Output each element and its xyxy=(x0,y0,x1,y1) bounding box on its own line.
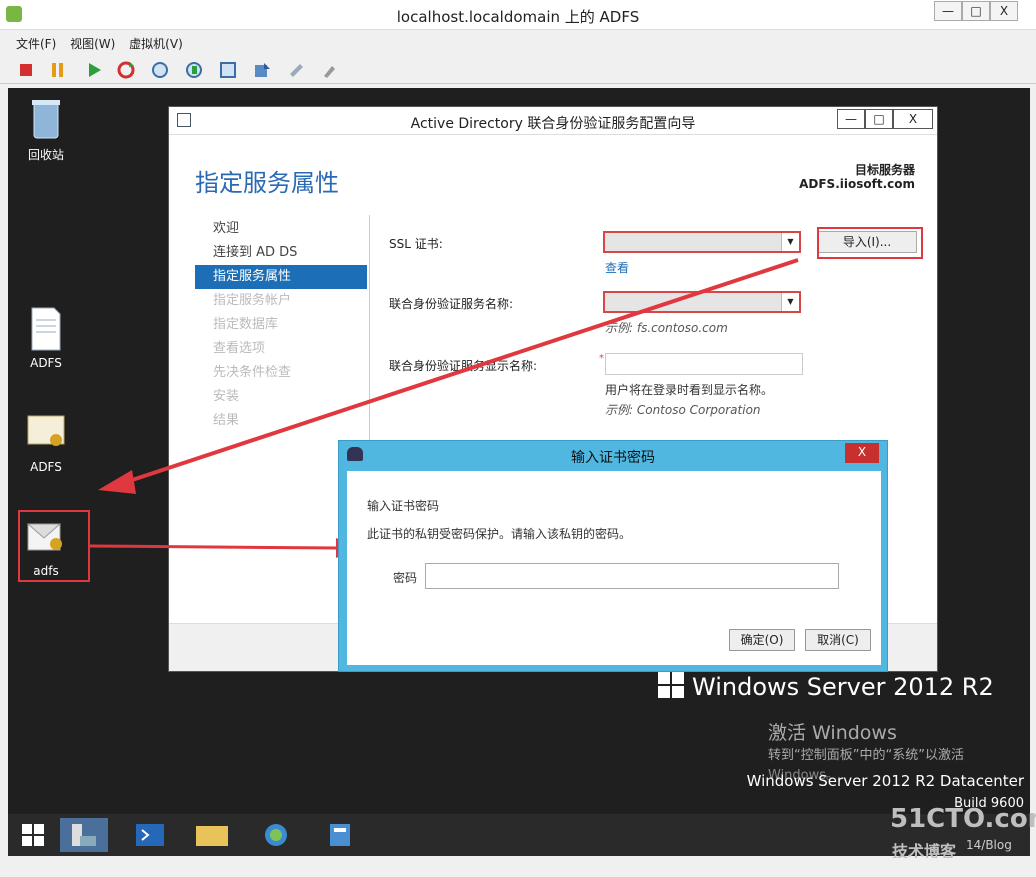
desktop-icon-adfs-cert[interactable]: ADFS xyxy=(16,410,76,474)
nav-item-review: 查看选项 xyxy=(213,341,266,356)
page-title: 指定服务属性 xyxy=(195,169,339,197)
display-name-input[interactable] xyxy=(605,353,803,375)
server-manager-icon xyxy=(72,824,96,846)
start-button[interactable] xyxy=(10,818,58,852)
nav-item-service-properties[interactable]: 指定服务属性 xyxy=(195,265,367,289)
annotation-highlight-adfs xyxy=(18,510,90,582)
tools-icon[interactable] xyxy=(286,60,306,80)
folder-icon xyxy=(196,826,228,846)
chevron-down-icon: ▼ xyxy=(781,233,799,251)
desktop-icon-label: ADFS xyxy=(30,460,62,474)
activate-windows-title: 激活 Windows xyxy=(768,722,897,744)
taskbar-clock: 14/Blog xyxy=(966,838,1012,852)
cert-password-dialog: 输入证书密码 X 输入证书密码 此证书的私钥受密码保护。请输入该私钥的密码。 密… xyxy=(338,440,888,672)
product-name: Windows Server 2012 R2 xyxy=(692,673,994,701)
activate-windows-subtext: 转到“控制面板”中的“系统”以激活 xyxy=(768,748,964,763)
vm-status-bar xyxy=(0,858,1036,877)
display-name-hint: 用户将在登录时看到显示名称。 xyxy=(605,383,774,397)
wizard-restore-button[interactable]: □ xyxy=(865,109,893,129)
reset-icon[interactable] xyxy=(116,60,136,80)
wizard-close-button[interactable]: X xyxy=(893,109,933,129)
taskbar-powershell[interactable] xyxy=(126,818,174,852)
desktop-icon-recycle-bin[interactable]: 回收站 xyxy=(16,96,76,163)
menu-view[interactable]: 视图(W) xyxy=(70,35,115,52)
windows-logo-icon xyxy=(658,672,684,698)
password-label: 密码 xyxy=(393,571,418,585)
nav-item-results: 结果 xyxy=(213,413,240,428)
guest-desktop: 回收站 ADFS ADFS adfs Active Directory 联合身份… xyxy=(8,88,1030,814)
vm-window-title: localhost.localdomain 上的 ADFS xyxy=(396,8,640,26)
wizard-nav: 欢迎 连接到 AD DS 指定服务属性 指定服务帐户 指定数据库 查看选项 先决… xyxy=(195,217,367,433)
annotation-highlight-import xyxy=(817,227,923,259)
ssl-cert-label: SSL 证书: xyxy=(389,237,443,251)
wizard-title-bar: Active Directory 联合身份验证服务配置向导 — □ X xyxy=(169,107,937,135)
taskbar-network[interactable] xyxy=(252,818,300,852)
dialog-title-bar: 输入证书密码 X xyxy=(339,441,887,469)
wrench-icon[interactable] xyxy=(320,60,340,80)
desktop-icon-label: 回收站 xyxy=(27,148,64,162)
nav-item-service-account: 指定服务帐户 xyxy=(213,293,292,308)
network-icon xyxy=(265,824,287,846)
revert-icon[interactable] xyxy=(184,60,204,80)
powershell-icon xyxy=(136,824,164,846)
target-server-name: ADFS.iiosoft.com xyxy=(799,177,915,191)
snapshot-manager-icon[interactable] xyxy=(218,60,238,80)
wizard-title: Active Directory 联合身份验证服务配置向导 xyxy=(410,116,696,132)
pause-icon[interactable] xyxy=(48,60,68,80)
wizard-minimize-button[interactable]: — xyxy=(837,109,865,129)
taskbar-server-manager[interactable] xyxy=(60,818,108,852)
menu-file[interactable]: 文件(F) xyxy=(16,35,56,52)
taskbar-tool[interactable] xyxy=(316,818,364,852)
taskbar-explorer[interactable] xyxy=(188,818,236,852)
chevron-down-icon: ▼ xyxy=(781,293,799,311)
recycle-bin-icon xyxy=(26,96,66,142)
service-name-label: 联合身份验证服务名称: xyxy=(389,297,514,311)
dialog-close-button[interactable]: X xyxy=(845,443,879,463)
server-tool-icon xyxy=(330,824,350,846)
nav-item-database: 指定数据库 xyxy=(213,317,279,332)
stop-icon[interactable] xyxy=(16,60,36,80)
windows-logo-icon xyxy=(22,824,44,846)
desktop-icon-label: ADFS xyxy=(30,356,62,370)
vm-title-bar: localhost.localdomain 上的 ADFS — □ X xyxy=(0,0,1036,30)
nav-item-install: 安装 xyxy=(213,389,240,404)
vm-minimize-button[interactable]: — xyxy=(934,1,962,21)
snapshot-icon[interactable] xyxy=(150,60,170,80)
required-asterisk: * xyxy=(599,353,604,364)
service-name-example: 示例: fs.contoso.com xyxy=(605,321,728,335)
password-input[interactable] xyxy=(425,563,839,589)
certificate-icon xyxy=(26,410,66,456)
target-server-label: 目标服务器 xyxy=(854,163,915,177)
arrow-head-icon xyxy=(98,470,136,494)
dialog-heading: 输入证书密码 xyxy=(367,499,440,513)
cancel-button[interactable]: 取消(C) xyxy=(805,629,871,651)
view-cert-link[interactable]: 查看 xyxy=(605,259,629,276)
windows-edition: Windows Server 2012 R2 Datacenter xyxy=(746,772,1024,790)
watermark-logo: 51CTO.com xyxy=(890,804,1036,834)
vm-restore-button[interactable]: □ xyxy=(962,1,990,21)
windows-server-branding: Windows Server 2012 R2 xyxy=(658,672,994,701)
nav-item-prereq: 先决条件检查 xyxy=(213,365,292,380)
settings-icon[interactable] xyxy=(252,60,272,80)
play-icon[interactable] xyxy=(84,60,104,80)
vm-menu-bar: 文件(F) 视图(W) 虚拟机(V) xyxy=(0,32,1036,54)
nav-item-connect-adds[interactable]: 连接到 AD DS xyxy=(195,241,367,265)
ssl-cert-select[interactable]: ▼ xyxy=(603,231,801,253)
desktop-icon-adfs-text[interactable]: ADFS xyxy=(16,306,76,370)
text-file-icon xyxy=(26,306,66,352)
dialog-body: 输入证书密码 此证书的私钥受密码保护。请输入该私钥的密码。 密码 确定(O) 取… xyxy=(347,471,881,665)
nav-item-welcome[interactable]: 欢迎 xyxy=(195,217,367,241)
dialog-title: 输入证书密码 xyxy=(571,450,655,466)
service-name-select[interactable]: ▼ xyxy=(603,291,801,313)
display-name-example: 示例: Contoso Corporation xyxy=(605,403,761,417)
vm-toolbar xyxy=(0,56,1036,84)
menu-vm[interactable]: 虚拟机(V) xyxy=(129,35,183,52)
ok-button[interactable]: 确定(O) xyxy=(729,629,795,651)
taskbar xyxy=(8,814,1030,856)
display-name-label: 联合身份验证服务显示名称: xyxy=(389,359,538,373)
dialog-description: 此证书的私钥受密码保护。请输入该私钥的密码。 xyxy=(367,527,632,541)
vm-close-button[interactable]: X xyxy=(990,1,1018,21)
